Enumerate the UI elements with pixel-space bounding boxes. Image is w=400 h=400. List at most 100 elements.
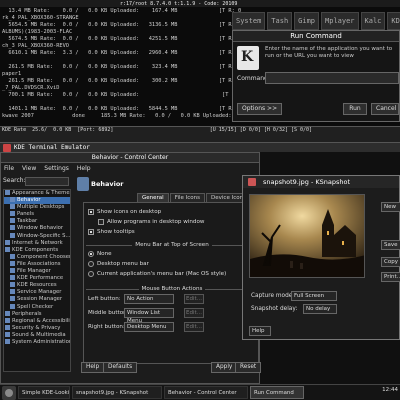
tree-item[interactable]: Peripherals: [4, 310, 70, 318]
control-center-menubar: File View Settings Help: [1, 163, 259, 174]
menu-view[interactable]: View: [22, 163, 36, 174]
search-input[interactable]: [25, 177, 69, 186]
run-dialog-message: Enter the name of the application you wa…: [265, 46, 393, 59]
terminal-title-bar[interactable]: KDE Terminal Emulator: [0, 142, 400, 152]
command-input[interactable]: [265, 72, 399, 84]
capture-mode-select[interactable]: Full Screen: [291, 291, 337, 301]
right-button-select[interactable]: Desktop Menu: [124, 322, 174, 332]
module-icon: [10, 282, 15, 288]
terminal-tab[interactable]: KDE: [387, 12, 400, 30]
module-icon: [10, 225, 15, 231]
menu-settings[interactable]: Settings: [44, 163, 69, 174]
tree-item[interactable]: Multiple Desktops: [4, 204, 70, 211]
radio-none[interactable]: None: [88, 251, 112, 257]
delay-spinbox[interactable]: No delay: [303, 304, 337, 314]
run-button[interactable]: Run: [343, 103, 367, 115]
taskbar: Simple KDE-Looking - Mozill snapshot9.jp…: [0, 384, 400, 400]
tree-item[interactable]: Sound & Multimedia: [4, 331, 70, 339]
tree-item[interactable]: Window-Specific S...: [4, 232, 70, 240]
tree-item[interactable]: KDE Performance: [4, 275, 70, 282]
terminal-status-bar: KDE Rate 25.6/ 0.0 KB [Port: 6892] [U 15…: [0, 126, 400, 142]
show-tooltips-checkbox[interactable]: Show tooltips: [88, 229, 135, 235]
defaults-button[interactable]: Defaults: [103, 362, 138, 373]
run-command-dialog: Run Command K Enter the name of the appl…: [232, 30, 400, 122]
tree-item[interactable]: Session Manager: [4, 296, 70, 303]
radio-none-label: None: [97, 251, 112, 257]
tree-item[interactable]: Window Behavior: [4, 225, 70, 232]
radio-current-app[interactable]: Current application's menu bar (Mac OS s…: [88, 271, 226, 277]
search-area: Search:: [3, 177, 69, 187]
tree-item[interactable]: Behavior: [4, 197, 70, 205]
snapshot-preview[interactable]: [249, 194, 365, 278]
ksnapshot-title: snapshot9.jpg - KSnapshot: [263, 178, 351, 186]
reset-button[interactable]: Reset: [235, 362, 262, 373]
tree-item[interactable]: System Administration: [4, 338, 70, 346]
copy-clipboard-button[interactable]: Copy to Clipboard: [381, 257, 400, 267]
cancel-button[interactable]: Cancel: [371, 103, 399, 115]
tree-item[interactable]: Taskbar: [4, 218, 70, 225]
task-control-center[interactable]: Behavior - Control Center: [164, 386, 248, 399]
module-icon: [10, 197, 15, 203]
kmenu-icon[interactable]: [2, 385, 16, 400]
checkbox-box: [88, 209, 94, 215]
control-center-title[interactable]: Behavior - Control Center: [1, 153, 259, 163]
menu-file[interactable]: File: [4, 163, 14, 174]
module-icon: [10, 296, 15, 302]
run-dialog-title[interactable]: Run Command: [233, 31, 399, 42]
task-run-command[interactable]: Run Command: [250, 386, 304, 399]
allow-programs-checkbox[interactable]: Allow programs in desktop window: [98, 219, 204, 225]
new-snapshot-button[interactable]: New Snapshot: [381, 202, 400, 212]
help-button[interactable]: Help: [81, 362, 105, 373]
module-icon: [10, 218, 15, 224]
terminal-line: 1401.1 MB Rate: 0.0 / 0.0 KB Uploaded: 5…: [2, 106, 242, 112]
save-as-button[interactable]: Save As...: [381, 240, 400, 250]
kde-logo-icon: K: [237, 46, 259, 70]
tree-item[interactable]: Component Chooser: [4, 253, 70, 261]
task-ksnapshot[interactable]: snapshot9.jpg - KSnapshot: [72, 386, 162, 399]
desktop: r:17/root 8.7.4.0 t:1.1.9 - Code: 20109 …: [0, 0, 400, 400]
tree-item[interactable]: Spell Checker: [4, 303, 70, 311]
left-edit-button[interactable]: Edit...: [184, 294, 204, 304]
left-button-select[interactable]: No Action: [124, 294, 174, 304]
terminal-tab-bar: SystemTashGimpMplayerKalcKDE: [232, 12, 400, 32]
ksnapshot-title-bar[interactable]: snapshot9.jpg - KSnapshot: [243, 176, 399, 188]
middle-button-select[interactable]: Window List Menu: [124, 308, 174, 324]
tree-item[interactable]: Appearance & Themes: [4, 190, 70, 197]
tree-item[interactable]: File Manager: [4, 268, 70, 275]
terminal-line: 5674.5 MB Rate: 0.0 / 0.0 KB Uploaded: 4…: [2, 36, 242, 42]
terminal-tab[interactable]: Tash: [267, 12, 293, 30]
module-icon: [10, 232, 15, 238]
module-icon: [10, 303, 15, 309]
show-icons-checkbox[interactable]: Show icons on desktop: [88, 209, 161, 215]
terminal-line: 13.4 MB Rate: 0.0 / 0.0 KB Uploaded: 167…: [2, 8, 242, 14]
tree-item-label: Panels: [17, 211, 35, 218]
tree-item[interactable]: File Associations: [4, 260, 70, 268]
task-mozilla[interactable]: Simple KDE-Looking - Mozill: [18, 386, 70, 399]
terminal-tab[interactable]: Kalc: [360, 12, 386, 30]
tree-item[interactable]: Regional & Accessibility: [4, 317, 70, 325]
radio-desktop-menu[interactable]: Desktop menu bar: [88, 261, 149, 267]
tree-item[interactable]: Service Manager: [4, 289, 70, 296]
menu-help[interactable]: Help: [77, 163, 91, 174]
terminal-line: 5654.5 MB Rate: 0.0 / 0.0 KB Uploaded: 3…: [2, 22, 242, 28]
right-edit-button[interactable]: Edit...: [184, 322, 204, 332]
tree-item[interactable]: Internet & Network: [4, 239, 70, 247]
print-button[interactable]: Print...: [381, 272, 400, 282]
checkbox-box: [88, 229, 94, 235]
tree-item[interactable]: KDE Components: [4, 246, 70, 254]
tree-item[interactable]: Security & Privacy: [4, 324, 70, 332]
ksnapshot-help-button[interactable]: Help: [249, 326, 271, 336]
middle-edit-button[interactable]: Edit...: [184, 308, 204, 318]
tree-item[interactable]: Panels: [4, 211, 70, 218]
terminal-tab[interactable]: Gimp: [294, 12, 320, 30]
radio-dot: [88, 271, 94, 277]
tree-item[interactable]: KDE Resources: [4, 282, 70, 289]
apply-button[interactable]: Apply: [211, 362, 238, 373]
terminal-line: paper1: [2, 71, 22, 77]
options-button[interactable]: Options >>: [237, 103, 283, 115]
right-button-label: Right button:: [88, 324, 125, 330]
show-icons-label: Show icons on desktop: [97, 209, 162, 215]
terminal-tab[interactable]: Mplayer: [321, 12, 359, 30]
terminal-tab[interactable]: System: [232, 12, 266, 30]
